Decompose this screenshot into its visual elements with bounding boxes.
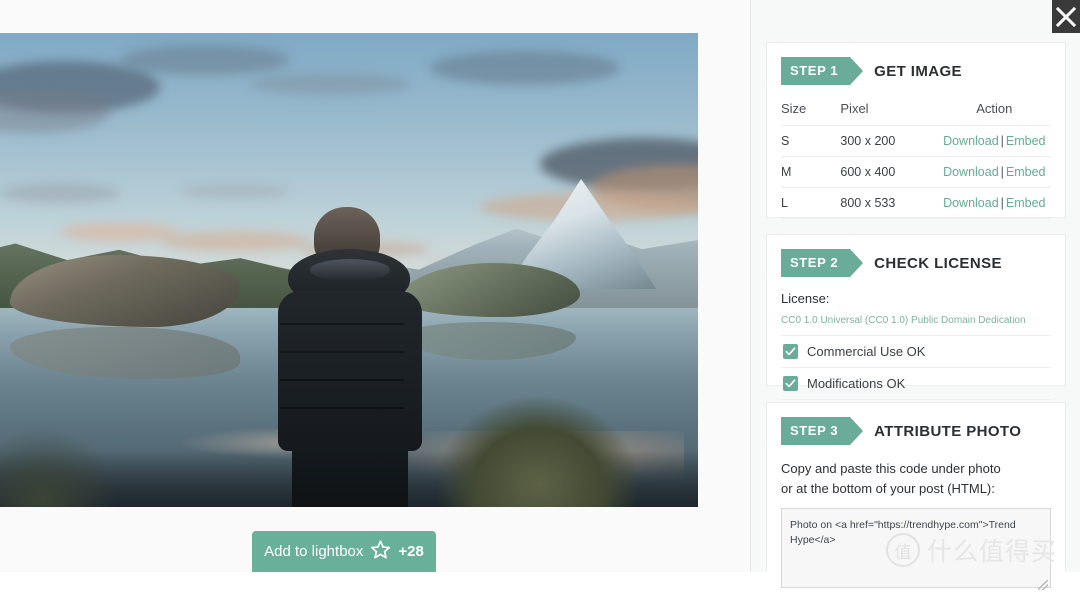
embed-code-textarea[interactable] [781,508,1051,588]
jacket-seam [280,379,404,381]
table-row: L 800 x 533 Download | Embed [781,187,1051,219]
license-check-modifications: Modifications OK [781,367,1051,400]
cloud [430,51,620,85]
step-2-card: STEP 2 CHECK LICENSE License: CC0 1.0 Un… [766,234,1066,400]
landscape-photo [0,33,698,507]
column-header-pixel: Pixel [840,101,869,116]
cloud [180,183,290,199]
checkbox-checked-icon[interactable] [783,344,798,359]
step-2-badge: STEP 2 [781,249,864,277]
table-header-row: Size Pixel Action [781,99,1051,126]
cell-action: Download | Embed [937,125,1051,157]
cell-action: Download | Embed [937,187,1051,219]
step-1-header: STEP 1 GET IMAGE [781,57,1051,85]
cloud [0,183,120,203]
checkbox-checked-icon[interactable] [783,376,798,391]
download-link-s[interactable]: Download [943,134,999,148]
commercial-use-label: Commercial Use OK [807,344,926,359]
column-header-action: Action [976,101,1013,116]
action-separator: | [1000,165,1004,179]
cell-pixel: 800 x 533 [840,187,938,219]
jacket-seam [280,407,404,409]
cell-action: Download | Embed [937,156,1051,188]
download-link-l[interactable]: Download [943,196,999,210]
photo-preview[interactable] [0,33,698,507]
jacket-seam [280,351,404,353]
step-2-title: CHECK LICENSE [874,254,1002,272]
step-1-badge: STEP 1 [781,57,864,85]
action-separator: | [1000,134,1004,148]
shrub [438,397,638,507]
attribution-instructions: Copy and paste this code under photo or … [781,459,1051,498]
cell-pixel: 300 x 200 [840,125,938,157]
legs [292,445,408,507]
modifications-label: Modifications OK [807,376,906,391]
instruction-line-2: or at the bottom of your post (HTML): [781,480,995,496]
shrub [0,427,120,507]
table-row: M 600 x 400 Download | Embed [781,156,1051,188]
person-figure [270,207,430,507]
photo-column: Add to lightbox +28 [0,0,750,572]
add-to-lightbox-label: Add to lightbox [264,543,364,560]
instruction-line-1: Copy and paste this code under photo [781,461,1001,476]
lightbox-overlay: Add to lightbox +28 STEP 1 GET IMAGE Siz… [0,0,1080,590]
embed-link-l[interactable]: Embed [1006,196,1046,210]
embed-link-m[interactable]: Embed [1006,165,1046,179]
table-row: S 300 x 200 Download | Embed [781,125,1051,157]
cell-size: L [781,187,841,219]
step-3-badge: STEP 3 [781,417,864,445]
image-sizes-table: Size Pixel Action S 300 x 200 Download | E… [781,99,1051,219]
step-3-title: ATTRIBUTE PHOTO [874,422,1022,440]
close-button[interactable] [1052,0,1080,33]
embed-link-s[interactable]: Embed [1006,134,1046,148]
column-header-size: Size [781,101,807,116]
add-to-lightbox-button[interactable]: Add to lightbox +28 [252,531,436,572]
step-2-header: STEP 2 CHECK LICENSE [781,249,1051,277]
hood-highlight [310,259,390,281]
step-3-header: STEP 3 ATTRIBUTE PHOTO [781,417,1051,445]
step-1-title: GET IMAGE [874,62,962,80]
license-check-commercial: Commercial Use OK [781,335,1051,367]
lightbox-count: +28 [398,543,424,560]
embed-code-wrapper [781,508,1051,593]
puffer-jacket [278,291,422,451]
step-3-card: STEP 3 ATTRIBUTE PHOTO Copy and paste th… [766,402,1066,590]
details-panel: STEP 1 GET IMAGE Size Pixel Action S 300… [750,0,1080,590]
cell-size: M [781,156,841,188]
cell-pixel: 600 x 400 [840,156,938,188]
license-label: License: [781,291,830,306]
star-icon [370,539,391,564]
license-link[interactable]: CC0 1.0 Universal (CC0 1.0) Public Domai… [781,315,1051,326]
cloud [250,73,410,95]
cell-size: S [781,125,841,157]
step-1-card: STEP 1 GET IMAGE Size Pixel Action S 300… [766,42,1066,219]
cloud [120,45,290,75]
jacket-seam [280,323,404,325]
download-link-m[interactable]: Download [943,165,999,179]
action-separator: | [1000,196,1004,210]
